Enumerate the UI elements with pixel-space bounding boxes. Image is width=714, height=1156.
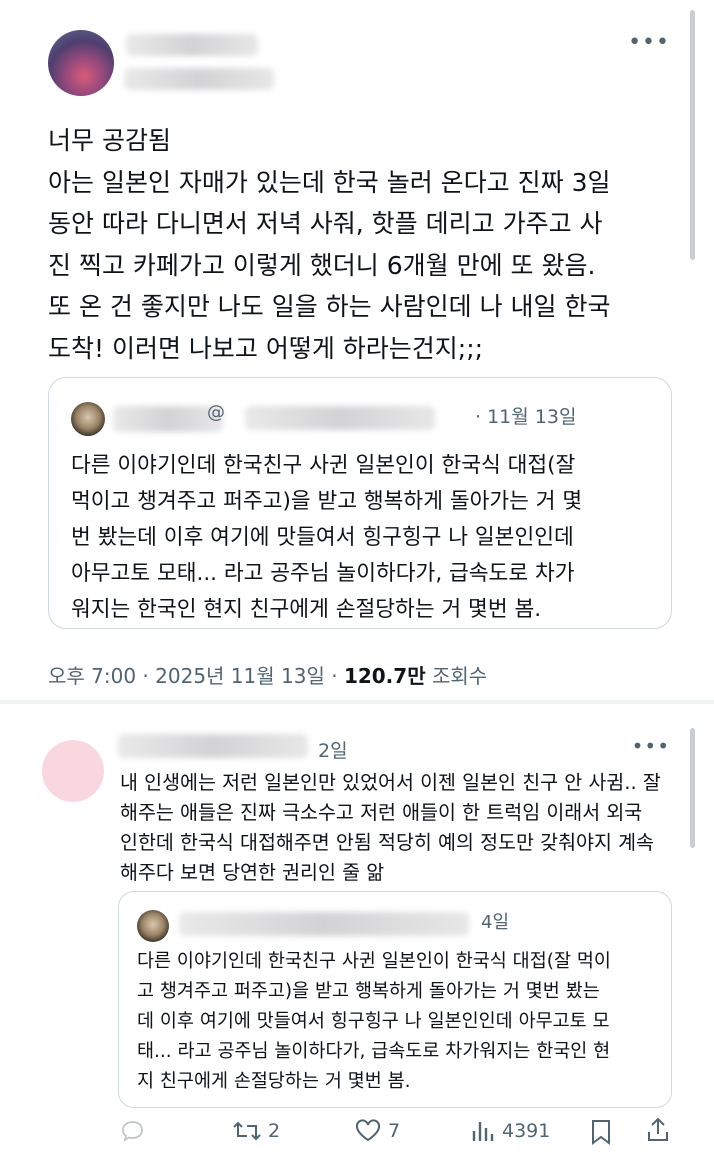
post-line: 아는 일본인 자매가 있는데 한국 놀러 온다고 진짜 3일 (48, 167, 611, 197)
like-count: 7 (388, 1120, 401, 1142)
reply-quoted-line: 고 챙겨주고 퍼주고)을 받고 행복하게 돌아가는 거 몇번 봤는 (137, 981, 600, 1002)
quoted-line: 아무고토 모태... 라고 공주님 놀이하다가, 급속도로 차가 (71, 561, 575, 586)
reply-text: 내 인생에는 저런 일본인만 있었어서 이젠 일본인 친구 안 사귐.. 잘 해… (120, 768, 700, 888)
comment-icon (122, 1121, 143, 1142)
quoted-post[interactable]: @ · 11월 13일 다른 이야기인데 한국친구 사귄 일본인이 한국식 대접… (48, 377, 672, 629)
post-line: 동안 따라 다니면서 저녁 사줘, 핫플 데리고 가주고 사 (48, 209, 603, 238)
heart-icon (355, 1119, 381, 1142)
reply-author-avatar[interactable] (42, 740, 104, 802)
views-button[interactable]: 4391 (470, 1119, 550, 1143)
reply-quoted-post[interactable]: 4일 다른 이야기인데 한국친구 사귄 일본인이 한국식 대접(잘 먹이 고 챙… (118, 891, 672, 1108)
reply-line: 해주는 애들은 진짜 극소수고 저런 애들이 한 트럭임 이래서 외국 (120, 801, 643, 824)
bookmark-icon (592, 1120, 610, 1145)
repost-icon (233, 1121, 261, 1141)
quoted-line: 번 봤는데 이후 여기에 맛들여서 힝구힝구 나 일본인인데 (71, 525, 574, 550)
reply-quoted-text: 다른 이야기인데 한국친구 사귄 일본인이 한국식 대접(잘 먹이 고 챙겨주고… (137, 947, 662, 1097)
reply-quoted-line: 데 이후 여기에 맛들여서 힝구힝구 나 일본인인데 아무고토 모 (137, 1011, 610, 1032)
view-count: 120.7만 (343, 664, 426, 688)
reply-quoted-date: 4일 (481, 912, 510, 933)
reply-more-options-icon[interactable]: ••• (632, 734, 670, 758)
reply-author-name-redacted (118, 734, 308, 758)
share-button[interactable] (646, 1117, 670, 1143)
analytics-icon (472, 1122, 494, 1141)
views-count: 4391 (502, 1120, 551, 1142)
repost-button[interactable]: 2 (232, 1119, 280, 1143)
quoted-line: 먹이고 챙겨주고 퍼주고)을 받고 행복하게 돌아가는 거 몇 (71, 489, 583, 514)
quoted-date: · 11월 13일 (475, 406, 577, 428)
section-divider (0, 700, 714, 704)
author-name-redacted (126, 34, 258, 56)
quoted-handle-redacted (245, 406, 435, 430)
post-line: 또 온 건 좋지만 나도 일을 하는 사람인데 나 내일 한국 (48, 292, 611, 321)
reply-time[interactable]: 2일 (318, 736, 348, 763)
quoted-handle-prefix: @ (207, 402, 225, 423)
quoted-text: 다른 이야기인데 한국친구 사귄 일본인이 한국식 대접(잘 먹이고 챙겨주고 … (71, 448, 661, 628)
post-meta: 오후 7:00 · 2025년 11월 13일 · 120.7만 조회수 (48, 660, 487, 689)
post-line: 진 찍고 카페가고 이렇게 했더니 6개월 만에 또 왔음. (48, 250, 596, 280)
post-text: 너무 공감됨 아는 일본인 자매가 있는데 한국 놀러 온다고 진짜 3일 동안… (48, 120, 688, 369)
reply-quoted-author-redacted (179, 912, 469, 936)
quoted-author-avatar (71, 402, 105, 436)
reply-line: 해주다 보면 당연한 권리인 줄 앎 (120, 861, 385, 884)
repost-count: 2 (268, 1120, 281, 1142)
reply-line: 인한데 한국식 대접해주면 안됨 적당히 예의 정도만 갖춰야지 계속 (120, 831, 654, 854)
post-timestamp[interactable]: 오후 7:00 · 2025년 11월 13일 · (48, 664, 344, 688)
scrollbar-top[interactable] (690, 10, 695, 260)
author-avatar[interactable] (48, 30, 114, 96)
reply-quoted-author-avatar (137, 910, 169, 942)
bookmark-button[interactable] (590, 1119, 612, 1145)
view-count-label: 조회수 (425, 664, 488, 688)
reply-button[interactable] (120, 1119, 146, 1143)
share-icon (648, 1117, 668, 1141)
scrollbar-bottom[interactable] (690, 728, 695, 848)
reply-action-bar: 2 7 4391 (0, 1115, 714, 1155)
reply-quoted-line: 다른 이야기인데 한국친구 사귄 일본인이 한국식 대접(잘 먹이 (137, 951, 611, 972)
more-options-icon[interactable]: ••• (628, 30, 670, 55)
reply-quoted-line: 지 친구에게 손절당하는 거 몇번 봄. (137, 1071, 411, 1092)
post-line: 너무 공감됨 (48, 126, 171, 155)
reply-quoted-line: 태... 라고 공주님 놀이하다가, 급속도로 차가워지는 한국인 현 (137, 1041, 611, 1062)
quoted-line: 다른 이야기인데 한국친구 사귄 일본인이 한국식 대접(잘 (71, 453, 576, 478)
like-button[interactable]: 7 (354, 1119, 400, 1143)
post-line: 도착! 이러면 나보고 어떻게 하라는건지;;; (48, 333, 484, 363)
quoted-line: 워지는 한국인 현지 친구에게 손절당하는 거 몇번 봄. (71, 597, 542, 622)
author-handle-redacted (124, 68, 274, 90)
reply-line: 내 인생에는 저런 일본인만 있었어서 이젠 일본인 친구 안 사귐.. 잘 (120, 771, 661, 794)
